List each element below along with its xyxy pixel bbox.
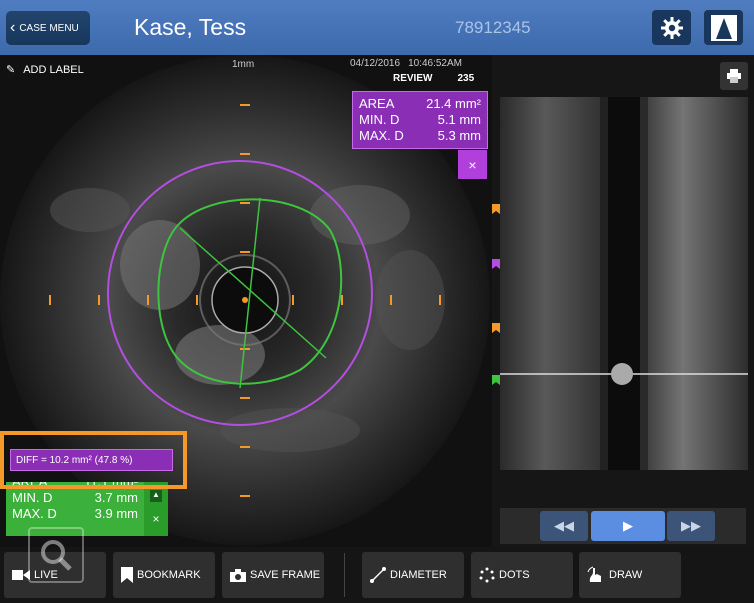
gear-icon xyxy=(660,16,683,39)
review-indicator: REVIEW 235 xyxy=(393,73,474,84)
measurement-label: MIN. D xyxy=(359,112,400,127)
diameter-button[interactable]: DIAMETER xyxy=(362,552,464,598)
save-frame-button[interactable]: SAVE FRAME xyxy=(222,552,324,598)
bookmark-marker-purple[interactable] xyxy=(492,256,500,269)
diameter-icon xyxy=(370,567,386,583)
diff-label[interactable]: DIFF = 10.2 mm² (47.8 %) xyxy=(10,449,173,471)
dots-label: DOTS xyxy=(499,569,530,581)
chevron-left-icon: ‹ xyxy=(10,19,16,36)
add-label-button[interactable]: ✎ ADD LABEL xyxy=(6,63,84,77)
play-button[interactable]: ▶ xyxy=(591,511,665,541)
add-label-text: ADD LABEL xyxy=(23,63,84,76)
measurement-value: 3.9 mm xyxy=(94,506,138,521)
measurement-value: 21.4 mm² xyxy=(426,96,481,111)
measurement-row: AREA 21.4 mm² xyxy=(359,96,481,112)
close-lumen-measurement-button[interactable]: × xyxy=(144,512,168,526)
camera-icon xyxy=(230,568,246,582)
measurement-label: MAX. D xyxy=(359,128,404,143)
case-menu-label: CASE MENU xyxy=(19,22,79,34)
bookmark-icon xyxy=(121,567,133,583)
bottom-toolbar: LIVE BOOKMARK SAVE FRAME DIAMETER DOTS D… xyxy=(0,547,754,603)
patient-name: Kase, Tess xyxy=(134,14,247,40)
fast-forward-button[interactable]: ▶▶ xyxy=(667,511,715,541)
frame-number: 235 xyxy=(457,73,475,84)
draw-button[interactable]: DRAW xyxy=(579,552,681,598)
diff-highlight: DIFF = 10.2 mm² (47.8 %) xyxy=(0,431,187,489)
zoom-button[interactable] xyxy=(28,527,84,583)
measurement-row: MAX. D 5.3 mm xyxy=(359,128,481,144)
measurement-row: MIN. D 3.7 mm xyxy=(12,490,138,506)
dots-icon xyxy=(479,567,495,583)
measurement-label: AREA xyxy=(359,96,395,111)
printer-icon xyxy=(727,69,741,83)
print-button[interactable] xyxy=(720,62,748,90)
scale-label: 1mm xyxy=(232,59,255,70)
case-menu-button[interactable]: ‹ CASE MENU xyxy=(6,11,90,45)
magnifier-icon xyxy=(41,540,72,571)
measurement-label: MAX. D xyxy=(12,506,57,521)
diameter-label: DIAMETER xyxy=(390,569,447,581)
rewind-icon: ◀◀ xyxy=(554,518,574,533)
bookmark-label: BOOKMARK xyxy=(137,569,201,581)
bookmark-marker-green[interactable] xyxy=(492,372,500,385)
brand-logo-button[interactable] xyxy=(704,10,743,45)
bookmark-marker-orange[interactable] xyxy=(492,320,500,333)
hand-draw-icon xyxy=(587,566,601,582)
play-icon: ▶ xyxy=(623,518,633,533)
rewind-button[interactable]: ◀◀ xyxy=(540,511,588,541)
save-frame-label: SAVE FRAME xyxy=(250,569,321,581)
bookmark-marker-orange[interactable] xyxy=(492,201,500,214)
chevron-up-icon[interactable]: ▲ xyxy=(150,490,162,502)
measurement-row: MAX. D 3.9 mm xyxy=(12,506,138,522)
dots-button[interactable]: DOTS xyxy=(471,552,573,598)
measurement-value: 3.7 mm xyxy=(94,490,138,505)
frame-datetime: 04/12/2016 10:46:52AM xyxy=(350,58,462,69)
settings-button[interactable] xyxy=(652,10,691,45)
measurement-value: 5.1 mm xyxy=(437,112,481,127)
measurement-value: 5.3 mm xyxy=(437,128,481,143)
close-icon: × xyxy=(468,156,477,173)
toolbar-divider xyxy=(344,553,345,597)
measurement-label: MIN. D xyxy=(12,490,53,505)
lumen-measurement-controls: ▲ × xyxy=(144,482,168,536)
playback-controls: ◀◀ ▶ ▶▶ xyxy=(500,508,746,544)
frame-date: 04/12/2016 xyxy=(350,58,401,69)
brand-logo-icon xyxy=(710,14,737,41)
frame-time: 10:46:52AM xyxy=(408,58,462,69)
mode-label: REVIEW xyxy=(393,73,433,84)
draw-label: DRAW xyxy=(609,569,643,581)
patient-id: 78912345 xyxy=(455,18,531,37)
header-bar: ‹ CASE MENU Kase, Tess 78912345 xyxy=(0,0,754,55)
fast-forward-icon: ▶▶ xyxy=(681,518,701,533)
close-measurement-button[interactable]: × xyxy=(458,150,487,179)
bookmark-button[interactable]: BOOKMARK xyxy=(113,552,215,598)
measurement-row: MIN. D 5.1 mm xyxy=(359,112,481,128)
vessel-measurement-box[interactable]: AREA 21.4 mm² MIN. D 5.1 mm MAX. D 5.3 m… xyxy=(352,91,488,149)
longitudinal-view[interactable] xyxy=(500,97,748,470)
pencil-icon: ✎ xyxy=(6,64,16,76)
